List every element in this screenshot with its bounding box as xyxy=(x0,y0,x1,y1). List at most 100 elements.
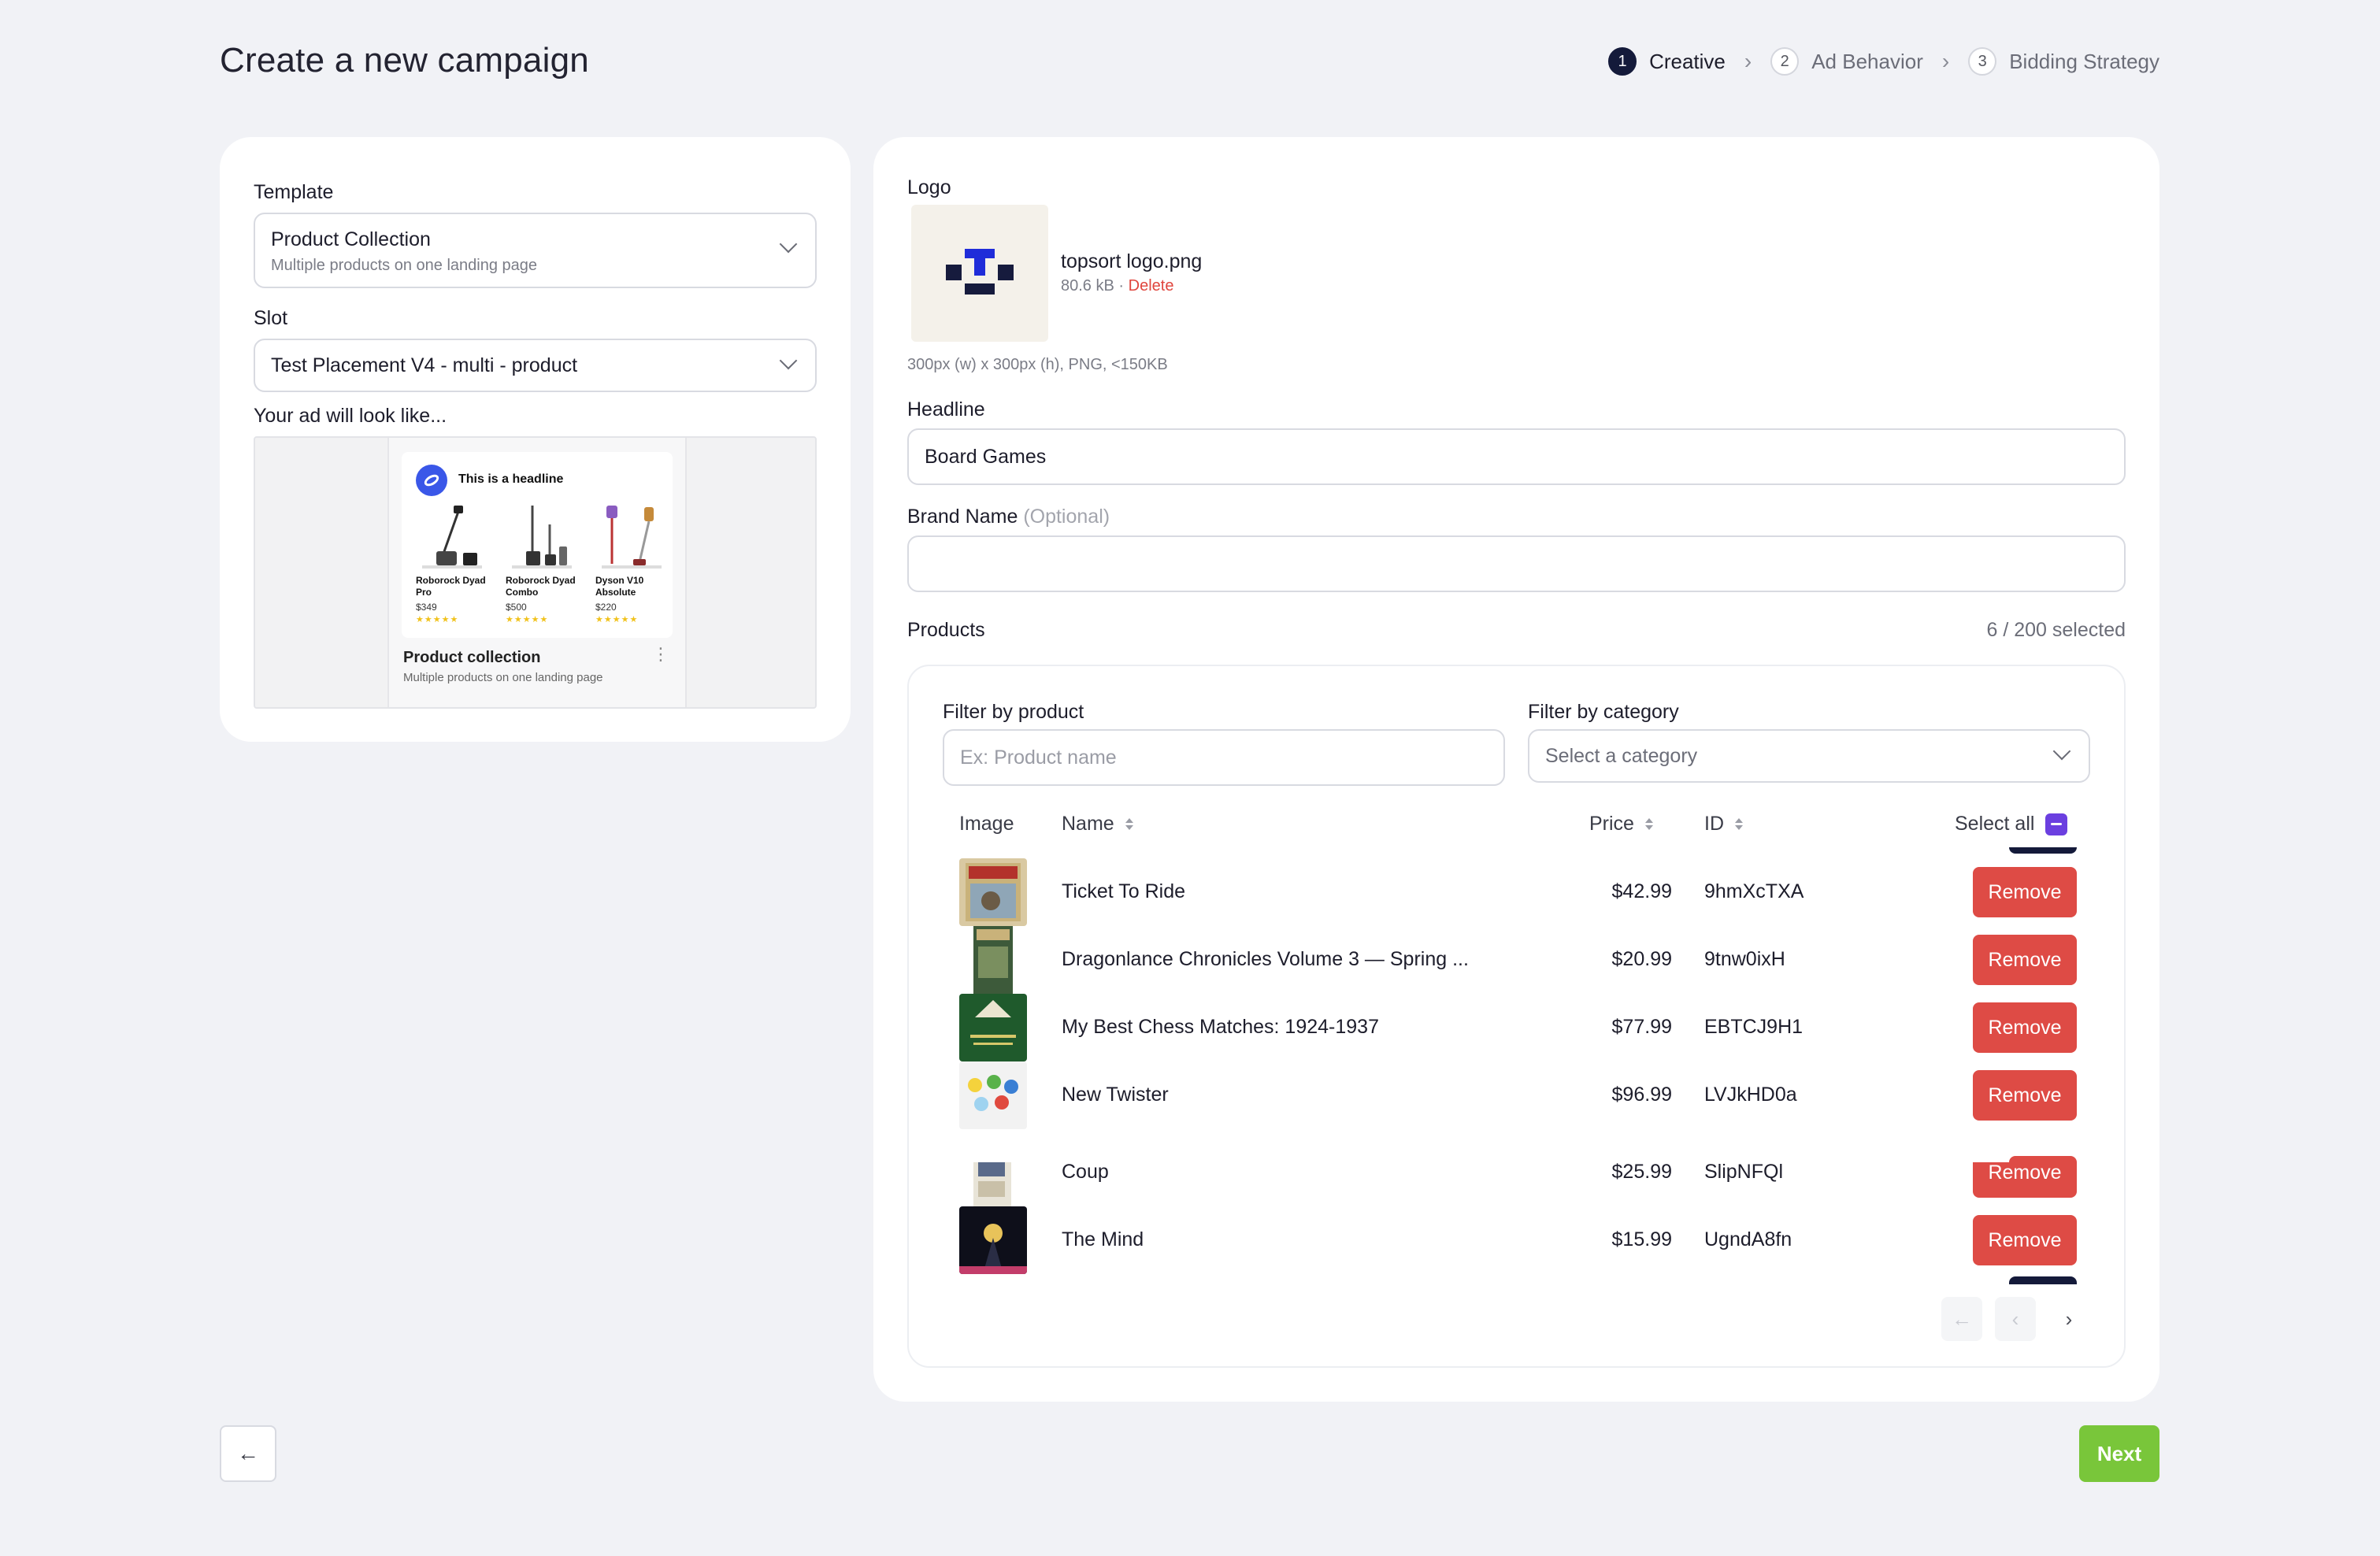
select-all[interactable]: Select all xyxy=(1955,813,2068,835)
step-number: 3 xyxy=(1968,47,1997,76)
remove-button[interactable]: Remove xyxy=(1973,1215,2077,1265)
remove-button[interactable]: Remove xyxy=(1973,867,2077,917)
kebab-menu-icon[interactable]: ⋮ xyxy=(652,646,669,663)
remove-button-partial[interactable] xyxy=(2009,1156,2077,1162)
logo-filesize: 80.6 kB xyxy=(1061,277,1114,295)
filter-product-label: Filter by product xyxy=(943,701,1084,723)
first-page-icon[interactable]: ← xyxy=(1941,1297,1982,1341)
column-header-id[interactable]: ID xyxy=(1704,813,1743,835)
remove-button[interactable]: Remove xyxy=(1973,1002,2077,1053)
product-price: $15.99 xyxy=(1611,1228,1672,1250)
product-name: My Best Chess Matches: 1924-1937 xyxy=(1062,1016,1379,1038)
headline-value: Board Games xyxy=(925,445,1047,468)
chevron-right-icon: › xyxy=(1941,49,1950,73)
preview-title: Product collection xyxy=(403,649,541,666)
delete-logo-link[interactable]: Delete xyxy=(1129,277,1174,295)
table-row: Ticket To Ride $42.99 9hmXcTXA Remove xyxy=(909,858,2127,926)
filter-category-placeholder: Select a category xyxy=(1545,745,1698,767)
product-id: 9hmXcTXA xyxy=(1704,880,1804,902)
product-image xyxy=(959,1061,1027,1129)
product-id: 9tnw0ixH xyxy=(1704,948,1785,970)
step-bidding-strategy[interactable]: 3 Bidding Strategy xyxy=(1968,47,2159,76)
slot-select[interactable]: Test Placement V4 - multi - product xyxy=(254,339,817,392)
product-image xyxy=(959,994,1027,1061)
slot-value: Test Placement V4 - multi - product xyxy=(271,354,578,376)
filter-product-input[interactable]: Ex: Product name xyxy=(943,729,1505,786)
preview-product: Roborock Dyad Combo $500 ★★★★★ xyxy=(506,502,584,635)
ad-preview-frame: This is a headline Roborock Dyad Pro $34… xyxy=(387,438,687,707)
optional-tag: (Optional) xyxy=(1023,506,1110,528)
preview-product-price: $349 xyxy=(416,602,437,613)
vacuum-image xyxy=(422,506,482,569)
rating-stars-icon: ★★★★★ xyxy=(416,615,459,624)
table-row: Dragonlance Chronicles Volume 3 — Spring… xyxy=(909,926,2127,994)
step-label: Creative xyxy=(1649,49,1726,73)
arrow-left-icon: ← xyxy=(237,1441,259,1465)
brand-name-label: Brand Name (Optional) xyxy=(907,506,1110,528)
next-button[interactable]: Next xyxy=(2079,1425,2159,1482)
headline-input[interactable]: Board Games xyxy=(907,428,2126,485)
products-table-body[interactable]: Ticket To Ride $42.99 9hmXcTXA Remove Dr… xyxy=(909,847,2127,1162)
step-number: 1 xyxy=(1608,47,1637,76)
logo-thumbnail xyxy=(911,205,1048,342)
table-row: New Twister $96.99 LVJkHD0a Remove xyxy=(909,1061,2127,1129)
ad-preview: This is a headline Roborock Dyad Pro $34… xyxy=(254,436,817,709)
chevron-down-icon xyxy=(779,235,798,254)
product-name: Coup xyxy=(1062,1162,1109,1183)
product-image xyxy=(959,1206,1027,1274)
column-header-id-label: ID xyxy=(1704,813,1724,835)
column-header-name-label: Name xyxy=(1062,813,1114,835)
template-select[interactable]: Product Collection Multiple products on … xyxy=(254,213,817,288)
remove-button-partial[interactable] xyxy=(2009,1276,2077,1284)
product-price: $42.99 xyxy=(1611,880,1672,902)
preview-product-price: $220 xyxy=(595,602,617,613)
product-name: Dragonlance Chronicles Volume 3 — Spring… xyxy=(1062,948,1469,970)
filter-product-placeholder: Ex: Product name xyxy=(960,746,1117,769)
column-header-price[interactable]: Price xyxy=(1589,813,1653,835)
brand-logo-icon xyxy=(416,465,447,496)
brand-name-input[interactable] xyxy=(907,535,2126,592)
pagination: ← ‹ › xyxy=(1941,1297,2089,1341)
product-id: EBTCJ9H1 xyxy=(1704,1016,1804,1038)
back-button[interactable]: ← xyxy=(220,1425,276,1482)
product-price: $77.99 xyxy=(1611,1016,1672,1038)
brand-name-label-text: Brand Name xyxy=(907,506,1018,528)
vacuum-image xyxy=(512,506,572,569)
page-title: Create a new campaign xyxy=(220,41,589,80)
creative-card: Logo topsort logo.png 80.6 kB · Delete 3… xyxy=(873,137,2159,1402)
template-description: Multiple products on one landing page xyxy=(271,257,538,274)
select-all-checkbox[interactable] xyxy=(2045,813,2068,835)
filter-category-select[interactable]: Select a category xyxy=(1528,729,2090,783)
chevron-down-icon xyxy=(2052,742,2071,761)
filter-category-label: Filter by category xyxy=(1528,701,1679,723)
remove-button-partial[interactable] xyxy=(2009,847,2077,854)
logo-filename: topsort logo.png xyxy=(1061,250,1203,272)
next-page-icon[interactable]: › xyxy=(2048,1297,2089,1341)
products-label: Products xyxy=(907,619,985,641)
rating-stars-icon: ★★★★★ xyxy=(595,615,639,624)
sort-icon[interactable] xyxy=(1644,818,1653,830)
product-price: $25.99 xyxy=(1611,1162,1672,1183)
table-row: Coup $25.99 SlipNFQl Remove xyxy=(909,1162,2127,1206)
column-header-image: Image xyxy=(959,813,1014,835)
step-creative[interactable]: 1 Creative xyxy=(1608,47,1726,76)
column-header-name[interactable]: Name xyxy=(1062,813,1133,835)
products-table-body-continued[interactable]: Coup $25.99 SlipNFQl Remove The Mind $15… xyxy=(909,1162,2127,1284)
sort-icon[interactable] xyxy=(1125,818,1133,830)
rating-stars-icon: ★★★★★ xyxy=(506,615,549,624)
step-label: Ad Behavior xyxy=(1811,49,1923,73)
remove-button[interactable]: Remove xyxy=(1973,1070,2077,1121)
product-price: $20.99 xyxy=(1611,948,1672,970)
vacuum-image xyxy=(602,506,662,569)
preview-headline: This is a headline xyxy=(458,472,564,486)
product-image xyxy=(959,926,1027,994)
remove-button[interactable]: Remove xyxy=(1973,935,2077,985)
remove-button[interactable]: Remove xyxy=(1973,1162,2077,1198)
headline-label: Headline xyxy=(907,398,985,420)
template-value: Product Collection xyxy=(271,228,431,250)
previous-page-icon[interactable]: ‹ xyxy=(1995,1297,2036,1341)
product-name: New Twister xyxy=(1062,1084,1169,1106)
step-ad-behavior[interactable]: 2 Ad Behavior xyxy=(1770,47,1923,76)
product-id: SlipNFQl xyxy=(1704,1162,1784,1183)
sort-icon[interactable] xyxy=(1735,818,1743,830)
